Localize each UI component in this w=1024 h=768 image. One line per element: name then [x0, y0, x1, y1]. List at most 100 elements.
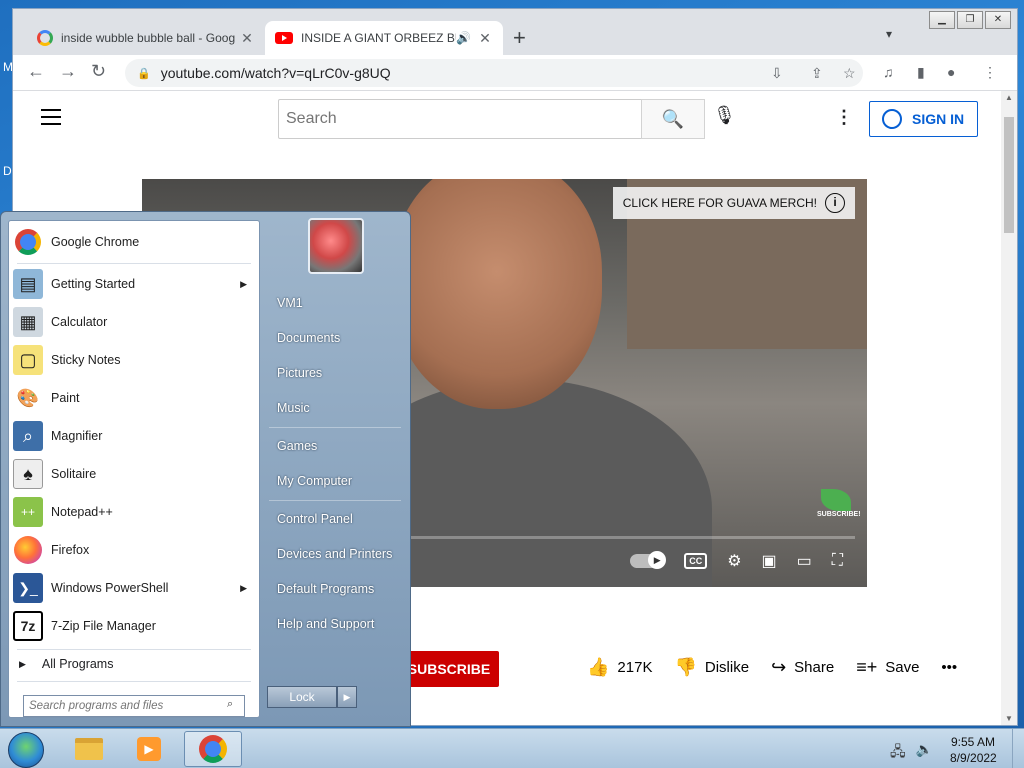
- like-button[interactable]: 👍 217K: [587, 657, 652, 678]
- all-programs-link[interactable]: ▶ All Programs: [19, 657, 113, 671]
- program-label: 7-Zip File Manager: [51, 619, 156, 633]
- start-search-input[interactable]: [23, 695, 245, 717]
- forward-icon[interactable]: →: [59, 61, 77, 82]
- bookmark-star-icon[interactable]: ☆: [843, 65, 856, 82]
- taskbar-media-player[interactable]: ▶: [120, 731, 178, 767]
- autoplay-toggle[interactable]: [630, 551, 667, 569]
- start-link-help-support[interactable]: Help and Support: [277, 617, 374, 631]
- dislike-button[interactable]: 👎 Dislike: [674, 657, 749, 678]
- start-link-user-folder[interactable]: VM1: [277, 296, 303, 310]
- start-link-control-panel[interactable]: Control Panel: [277, 512, 353, 526]
- leaf-logo-icon: [821, 489, 851, 511]
- start-link-my-computer[interactable]: My Computer: [277, 474, 352, 488]
- program-notepad-plus-plus[interactable]: ++ Notepad++: [13, 495, 255, 529]
- program-google-chrome[interactable]: Google Chrome: [13, 225, 255, 259]
- playlist-add-icon: ≡+: [856, 657, 878, 677]
- program-calculator[interactable]: ▦ Calculator: [13, 305, 255, 339]
- program-firefox[interactable]: Firefox: [13, 533, 255, 567]
- subscribe-button[interactable]: SUBSCRIBE: [399, 651, 499, 687]
- side-panel-icon[interactable]: ▮: [917, 64, 925, 81]
- more-actions-button[interactable]: •••: [941, 659, 957, 676]
- share-page-icon[interactable]: ⇪: [811, 65, 823, 82]
- separator: [17, 681, 251, 682]
- close-tab-icon[interactable]: ✕: [477, 30, 493, 47]
- notepad-plus-plus-icon: ++: [13, 497, 43, 527]
- close-tab-icon[interactable]: ✕: [239, 30, 255, 47]
- subscribe-watermark-label: SUBSCRIBE!: [817, 511, 861, 518]
- scroll-up-icon[interactable]: ▲: [1005, 93, 1013, 102]
- sign-in-label: SIGN IN: [912, 111, 965, 127]
- theater-mode-icon[interactable]: ▭: [797, 551, 812, 571]
- close-icon[interactable]: ✕: [985, 11, 1011, 29]
- share-button[interactable]: ↪ Share: [771, 657, 834, 678]
- sign-in-button[interactable]: SIGN IN: [869, 101, 978, 137]
- microphone-icon[interactable]: 🎙: [713, 105, 736, 126]
- lock-icon[interactable]: 🔒: [137, 67, 151, 80]
- settings-kebab-icon[interactable]: ⋮: [835, 107, 853, 128]
- captions-button[interactable]: CC: [684, 553, 708, 569]
- scrollbar-thumb[interactable]: [1004, 117, 1014, 233]
- page-scrollbar[interactable]: ▲ ▼: [1001, 91, 1017, 725]
- all-programs-label: All Programs: [41, 657, 114, 671]
- clock[interactable]: 9:55 AM 8/9/2022: [950, 734, 997, 766]
- taskbar-explorer[interactable]: [60, 731, 118, 767]
- submenu-arrow-icon: ▶: [240, 582, 247, 593]
- new-tab-button[interactable]: +: [513, 25, 526, 51]
- program-label: Windows PowerShell: [51, 581, 169, 595]
- start-link-games[interactable]: Games: [277, 439, 317, 453]
- address-bar[interactable]: 🔒 youtube.com/watch?v=qLrC0v-g8UQ: [125, 59, 863, 87]
- program-windows-powershell[interactable]: ❯_ Windows PowerShell ▶: [13, 571, 255, 605]
- taskbar-chrome[interactable]: [184, 731, 242, 767]
- back-icon[interactable]: ←: [27, 61, 45, 82]
- search-icon[interactable]: ⌕: [227, 698, 233, 711]
- program-paint[interactable]: 🎨 Paint: [13, 381, 255, 415]
- fullscreen-icon[interactable]: ⛶: [832, 552, 843, 570]
- minimize-icon[interactable]: ▁: [929, 11, 955, 29]
- tab-youtube-video[interactable]: INSIDE A GIANT ORBEEZ BU 🔊 ✕: [265, 21, 503, 55]
- all-programs-arrow-icon: ▶: [19, 658, 26, 669]
- program-label: Google Chrome: [51, 235, 140, 249]
- profile-icon[interactable]: ●: [947, 64, 955, 80]
- miniplayer-icon[interactable]: ▣: [762, 551, 777, 571]
- start-link-default-programs[interactable]: Default Programs: [277, 582, 374, 596]
- search-button[interactable]: 🔍: [641, 99, 705, 139]
- program-label: Magnifier: [51, 429, 103, 443]
- program-magnifier[interactable]: ⌕ Magnifier: [13, 419, 255, 453]
- settings-gear-icon[interactable]: ⚙: [727, 551, 741, 571]
- window-controls: ▁ ❐ ✕: [929, 11, 1011, 29]
- program-solitaire[interactable]: ♠ Solitaire: [13, 457, 255, 491]
- tab-search-icon[interactable]: ▾: [886, 27, 892, 41]
- install-app-icon[interactable]: ⇩: [771, 65, 783, 82]
- audio-playing-icon[interactable]: 🔊: [456, 31, 471, 45]
- start-button[interactable]: [8, 732, 44, 768]
- subscribe-watermark[interactable]: SUBSCRIBE!: [817, 489, 861, 525]
- info-icon[interactable]: i: [825, 193, 845, 213]
- solitaire-icon: ♠: [13, 459, 43, 489]
- program-label: Firefox: [51, 543, 90, 557]
- search-input[interactable]: [278, 99, 642, 139]
- start-link-pictures[interactable]: Pictures: [277, 366, 322, 380]
- user-picture[interactable]: [308, 218, 364, 274]
- chrome-menu-icon[interactable]: ⋮: [983, 64, 997, 81]
- video-frame-face: [392, 179, 602, 409]
- tab-google-search[interactable]: inside wubble bubble ball - Goog ✕: [27, 21, 265, 55]
- volume-icon[interactable]: 🔈: [916, 741, 933, 765]
- restore-icon[interactable]: ❐: [957, 11, 983, 29]
- start-link-documents[interactable]: Documents: [277, 331, 340, 345]
- reload-icon[interactable]: ↻: [91, 61, 106, 82]
- media-control-icon[interactable]: ♫: [883, 64, 894, 80]
- shutdown-options-arrow-icon[interactable]: ▶: [337, 686, 357, 708]
- start-link-devices-printers[interactable]: Devices and Printers: [277, 547, 392, 561]
- program-sticky-notes[interactable]: ▢ Sticky Notes: [13, 343, 255, 377]
- show-desktop-button[interactable]: [1012, 729, 1024, 768]
- hamburger-menu-icon[interactable]: [41, 109, 61, 130]
- start-link-music[interactable]: Music: [277, 401, 310, 415]
- lock-button[interactable]: Lock: [267, 686, 337, 708]
- tab-title: inside wubble bubble ball - Goog: [61, 31, 236, 45]
- program-getting-started[interactable]: ▤ Getting Started ▶: [13, 267, 255, 301]
- merch-card[interactable]: CLICK HERE FOR GUAVA MERCH! i: [612, 187, 855, 219]
- scroll-down-icon[interactable]: ▼: [1005, 714, 1013, 723]
- network-icon[interactable]: 🖧: [890, 741, 906, 765]
- program-7zip[interactable]: 7z 7-Zip File Manager: [13, 609, 255, 643]
- save-button[interactable]: ≡+ Save: [856, 657, 919, 678]
